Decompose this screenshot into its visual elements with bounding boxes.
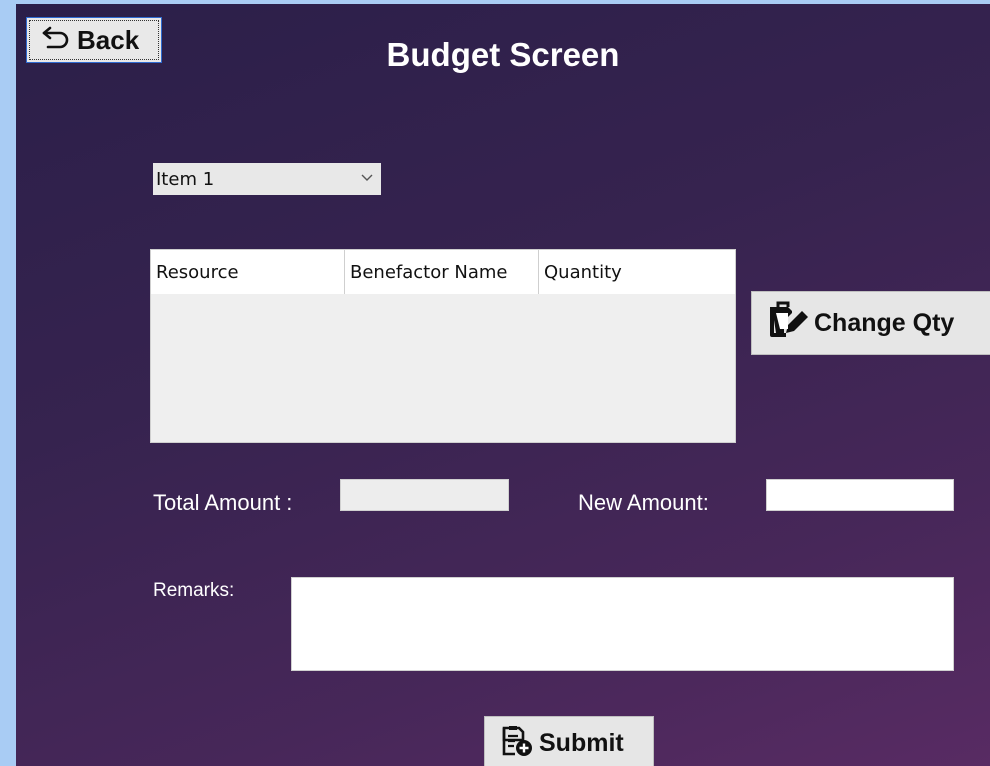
total-amount-field[interactable] [340, 479, 509, 511]
change-qty-label: Change Qty [814, 308, 955, 337]
submit-button[interactable]: Submit [484, 716, 654, 766]
edit-document-icon [766, 299, 810, 348]
new-amount-field[interactable] [766, 479, 954, 511]
remarks-field[interactable] [291, 577, 954, 671]
resource-table[interactable]: Resource Benefactor Name Quantity [150, 249, 736, 443]
column-header-resource[interactable]: Resource [151, 250, 345, 294]
chevron-down-icon [359, 169, 381, 190]
item-select-value: Item 1 [156, 168, 215, 190]
change-qty-button[interactable]: Change Qty [751, 291, 990, 355]
page-title: Budget Screen [386, 36, 620, 73]
column-header-benefactor-name[interactable]: Benefactor Name [345, 250, 539, 294]
column-header-quantity[interactable]: Quantity [539, 250, 735, 294]
budget-window: Back Budget Screen Item 1 Resource Benef… [16, 4, 990, 766]
submit-label: Submit [539, 728, 624, 757]
table-header: Resource Benefactor Name Quantity [151, 250, 735, 294]
total-amount-label: Total Amount : [153, 490, 293, 515]
item-select[interactable]: Item 1 [153, 163, 381, 195]
new-amount-label: New Amount: [578, 490, 709, 515]
remarks-label: Remarks: [153, 580, 235, 601]
add-document-icon [499, 722, 535, 765]
